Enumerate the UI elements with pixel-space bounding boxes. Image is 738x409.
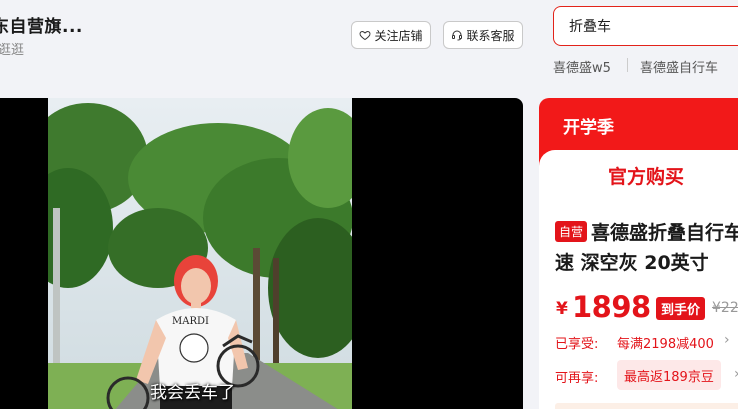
video-scene-image: MARDI: [48, 98, 352, 409]
store-subtitle[interactable]: 逛逛: [0, 39, 24, 58]
chevron-right-icon[interactable]: ›: [724, 332, 730, 348]
more-benefits-label: 可再享:: [555, 371, 599, 386]
store-name[interactable]: 东自营旗...: [0, 12, 83, 37]
chevron-right-icon[interactable]: ›: [734, 366, 738, 382]
follow-store-button[interactable]: 关注店铺: [351, 21, 431, 49]
video-caption: 我会丢车了: [150, 383, 235, 403]
hot-search-0[interactable]: 喜德盛w5: [553, 57, 611, 76]
search-input[interactable]: [554, 7, 738, 45]
original-price: ¥22: [712, 300, 738, 316]
season-label: 开学季: [563, 118, 614, 138]
self-operated-badge: 自营: [555, 221, 588, 242]
jd-beans-text: 最高返189京豆: [624, 369, 714, 385]
product-title-line1[interactable]: 喜德盛折叠自行车: [591, 218, 738, 245]
price-currency: ¥: [556, 299, 568, 319]
product-video[interactable]: MARDI 我会丢车了: [0, 98, 523, 409]
hot-search-divider: [627, 58, 628, 72]
video-frame: MARDI: [48, 98, 352, 409]
jd-beans-offer[interactable]: 最高返189京豆: [617, 360, 721, 390]
purchase-panel: 开学季 官方购买 自营 喜德盛折叠自行车 速 深空灰 20英寸 ¥ 1898 到…: [539, 98, 738, 409]
enjoyed-label: 已享受:: [555, 337, 599, 352]
product-title-line2[interactable]: 速 深空灰 20英寸: [555, 248, 709, 275]
follow-store-label: 关注店铺: [374, 28, 423, 43]
product-price: 1898: [572, 290, 651, 324]
svg-text:MARDI: MARDI: [172, 316, 209, 327]
heart-icon: [359, 30, 371, 41]
contact-service-button[interactable]: 联系客服: [443, 21, 523, 49]
headset-icon: [452, 30, 463, 41]
promo-strip: [555, 403, 738, 409]
hot-search-1[interactable]: 喜德盛自行车: [640, 57, 718, 76]
product-info: 自营 喜德盛折叠自行车 速 深空灰 20英寸 ¥ 1898 到手价 ¥22 已享…: [539, 198, 738, 409]
discount-offer[interactable]: 每满2198减400: [617, 333, 714, 352]
contact-service-label: 联系客服: [466, 28, 515, 43]
search-box[interactable]: [553, 6, 738, 46]
final-price-badge: 到手价: [656, 297, 706, 320]
tab-official-purchase[interactable]: 官方购买: [539, 150, 738, 200]
